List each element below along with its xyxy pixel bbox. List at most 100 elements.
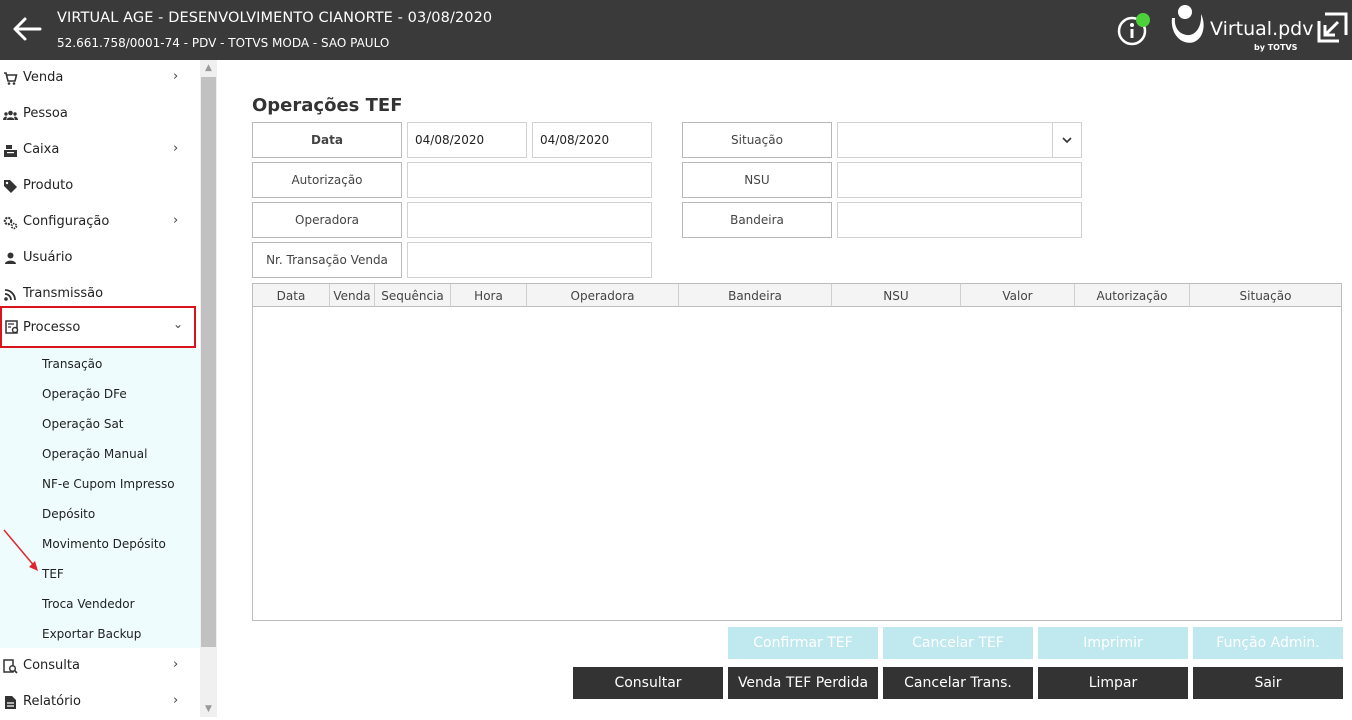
select-separator: [1052, 123, 1053, 157]
scroll-up-icon[interactable]: ▲: [203, 63, 214, 74]
submenu-item-movimento-deposito[interactable]: Movimento Depósito: [42, 537, 166, 551]
submenu-item-nfe-cupom-impresso[interactable]: NF-e Cupom Impresso: [42, 477, 175, 491]
situacao-select[interactable]: [837, 122, 1082, 158]
sidebar-item-venda[interactable]: Venda ›: [0, 60, 196, 96]
column-header-bandeira[interactable]: Bandeira: [679, 284, 832, 307]
autorizacao-label: Autorização: [252, 162, 402, 198]
sidebar-item-consulta[interactable]: Consulta ›: [0, 648, 196, 684]
search-doc-icon: [3, 659, 18, 674]
column-header-valor[interactable]: Valor: [961, 284, 1075, 307]
processo-submenu: Transação Operação DFe Operação Sat Oper…: [0, 348, 200, 648]
sidebar-item-usuario[interactable]: Usuário: [0, 240, 196, 276]
submenu-item-deposito[interactable]: Depósito: [42, 507, 95, 521]
funcao-admin-button[interactable]: Função Admin.: [1193, 627, 1343, 659]
date-from-input[interactable]: 04/08/2020: [407, 122, 527, 158]
process-icon: [5, 320, 19, 334]
nr-transacao-input[interactable]: [407, 242, 652, 278]
page-title: Operações TEF: [252, 95, 403, 116]
column-header-data[interactable]: Data: [253, 284, 330, 307]
table-header: Data Venda Sequência Hora Operadora Band…: [253, 284, 1341, 307]
logo-text: Virtual.pdv: [1210, 18, 1314, 40]
sidebar-item-label: Consulta: [23, 658, 80, 673]
submenu-item-troca-vendedor[interactable]: Troca Vendedor: [42, 597, 135, 611]
sidebar-item-label: Caixa: [23, 142, 60, 157]
chevron-right-icon: ›: [173, 213, 179, 228]
nsu-label: NSU: [682, 162, 832, 198]
chevron-down-icon: ⌄: [173, 317, 184, 331]
gear-icon: [3, 216, 18, 230]
column-header-venda[interactable]: Venda: [330, 284, 375, 307]
cash-register-icon: [4, 145, 17, 157]
confirmar-tef-button[interactable]: Confirmar TEF: [728, 627, 878, 659]
chevron-right-icon: ›: [173, 657, 179, 672]
bandeira-label: Bandeira: [682, 202, 832, 238]
sidebar-item-produto[interactable]: Produto: [0, 168, 196, 204]
submenu-item-operacao-sat[interactable]: Operação Sat: [42, 417, 124, 431]
pointer-arrow-annotation: [3, 529, 38, 571]
chevron-right-icon: ›: [173, 693, 179, 708]
column-header-situacao[interactable]: Situação: [1190, 284, 1341, 307]
venda-tef-perdida-button[interactable]: Venda TEF Perdida: [728, 667, 878, 699]
sidebar-item-configuracao[interactable]: Configuração ›: [0, 204, 196, 240]
sidebar-item-label: Venda: [23, 70, 64, 85]
submenu-item-operacao-manual[interactable]: Operação Manual: [42, 447, 147, 461]
sidebar-item-label: Configuração: [23, 214, 110, 229]
chevron-right-icon: ›: [173, 69, 179, 84]
sidebar-item-pessoa[interactable]: Pessoa: [0, 96, 196, 132]
cancelar-tef-button[interactable]: Cancelar TEF: [883, 627, 1033, 659]
sidebar-scrollbar[interactable]: ▲ ▼: [200, 60, 217, 717]
report-icon: [5, 696, 16, 709]
submenu-item-exportar-backup[interactable]: Exportar Backup: [42, 627, 141, 641]
scroll-down-icon[interactable]: ▼: [203, 704, 214, 715]
submenu-item-transacao[interactable]: Transação: [42, 357, 102, 371]
logo-by-text: by TOTVS: [1254, 43, 1298, 52]
sidebar-item-processo[interactable]: Processo ⌄: [0, 306, 196, 348]
sidebar-item-label: Produto: [23, 178, 74, 193]
submenu-item-tef[interactable]: TEF: [42, 567, 64, 581]
sidebar-item-relatorio[interactable]: Relatório ›: [0, 684, 196, 720]
sidebar-item-label: Relatório: [23, 694, 81, 709]
bandeira-input[interactable]: [837, 202, 1082, 238]
app-header: VIRTUAL AGE - DESENVOLVIMENTO CIANORTE -…: [0, 0, 1352, 60]
header-subtitle: 52.661.758/0001-74 - PDV - TOTVS MODA - …: [57, 36, 390, 50]
scrollbar-thumb[interactable]: [201, 77, 216, 647]
sidebar-item-caixa[interactable]: Caixa ›: [0, 132, 196, 168]
column-header-sequencia[interactable]: Sequência: [375, 284, 451, 307]
column-header-nsu[interactable]: NSU: [832, 284, 961, 307]
limpar-button[interactable]: Limpar: [1038, 667, 1188, 699]
user-icon: [5, 252, 16, 264]
consultar-button[interactable]: Consultar: [573, 667, 723, 699]
data-label: Data: [252, 122, 402, 158]
operadora-label: Operadora: [252, 202, 402, 238]
virtual-pdv-logo: Virtual.pdv by TOTVS: [1168, 2, 1314, 58]
situacao-label: Situação: [682, 122, 832, 158]
logo-mark-icon: [1171, 5, 1204, 43]
people-icon: [3, 110, 18, 120]
header-title: VIRTUAL AGE - DESENVOLVIMENTO CIANORTE -…: [57, 10, 493, 26]
imprimir-button[interactable]: Imprimir: [1038, 627, 1188, 659]
column-header-autorizacao[interactable]: Autorização: [1075, 284, 1190, 307]
sidebar: Venda › Pessoa Caixa › Produto Configura…: [0, 60, 200, 717]
sidebar-item-label: Pessoa: [23, 106, 68, 121]
sair-button[interactable]: Sair: [1193, 667, 1343, 699]
nr-transacao-label: Nr. Transação Venda: [252, 242, 402, 278]
submenu-item-operacao-dfe[interactable]: Operação DFe: [42, 387, 127, 401]
sidebar-item-label: Usuário: [23, 250, 73, 265]
chevron-right-icon: ›: [173, 141, 179, 156]
autorizacao-input[interactable]: [407, 162, 652, 198]
nsu-input[interactable]: [837, 162, 1082, 198]
cart-icon: [4, 72, 18, 85]
date-to-input[interactable]: 04/08/2020: [532, 122, 652, 158]
column-header-operadora[interactable]: Operadora: [527, 284, 679, 307]
sidebar-item-label: Transmissão: [23, 286, 104, 301]
tef-operations-table[interactable]: Data Venda Sequência Hora Operadora Band…: [252, 283, 1342, 621]
operadora-input[interactable]: [407, 202, 652, 238]
broadcast-icon: [4, 289, 16, 301]
cancelar-trans-button[interactable]: Cancelar Trans.: [883, 667, 1033, 699]
column-header-hora[interactable]: Hora: [451, 284, 527, 307]
window-toggle-icon[interactable]: [1316, 12, 1348, 44]
tag-icon: [4, 180, 17, 193]
back-arrow-icon[interactable]: [10, 12, 44, 46]
info-status-icon[interactable]: [1117, 12, 1151, 46]
sidebar-item-label: Processo: [23, 320, 81, 335]
